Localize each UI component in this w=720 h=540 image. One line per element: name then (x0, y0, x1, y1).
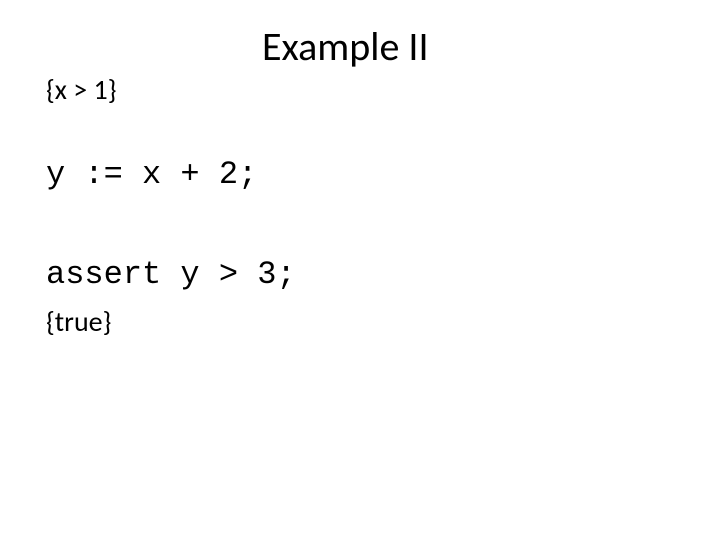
slide-title: Example II (262, 22, 429, 71)
code-assertion: assert y > 3; (46, 256, 296, 293)
precondition-text: {x > 1} (46, 72, 117, 107)
postcondition-text: {true} (46, 304, 111, 339)
code-assignment: y := x + 2; (46, 156, 257, 193)
slide-container: Example II {x > 1} y := x + 2; assert y … (0, 0, 720, 540)
